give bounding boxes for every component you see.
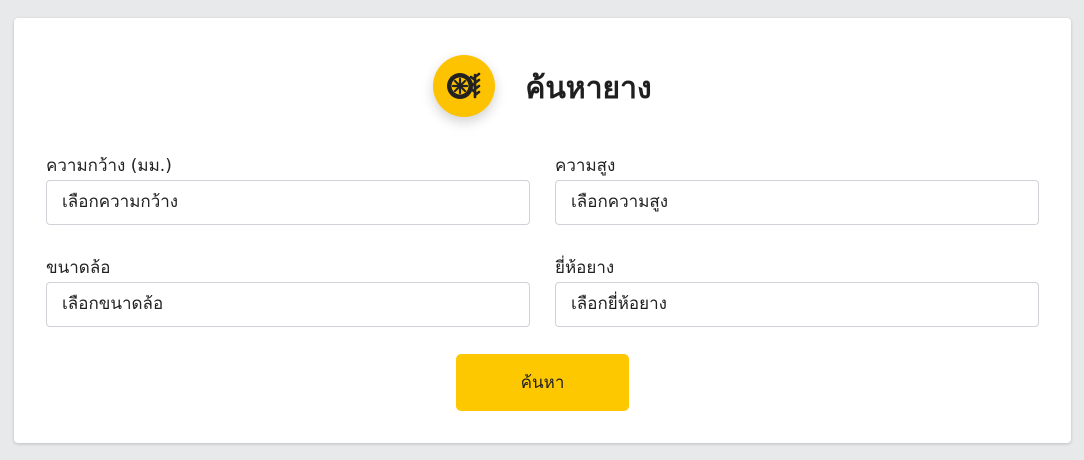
wheel-size-label: ขนาดล้อ — [46, 258, 111, 278]
wheel-size-select[interactable]: เลือกขนาดล้อ — [46, 282, 530, 327]
brand-select[interactable]: เลือกยี่ห้อยาง — [555, 282, 1039, 327]
brand-field: ยี่ห้อยาง เลือกยี่ห้อยาง — [555, 256, 1039, 327]
tire-search-card: ค้นหายาง ความกว้าง (มม.) เลือกความกว้าง … — [14, 18, 1071, 443]
logo-badge — [433, 55, 496, 117]
height-field: ความสูง เลือกความสูง — [555, 154, 1039, 225]
page-title: ค้นหายาง — [525, 70, 652, 106]
width-label: ความกว้าง (มม.) — [46, 156, 172, 176]
height-label: ความสูง — [555, 156, 616, 176]
width-select[interactable]: เลือกความกว้าง — [46, 180, 530, 225]
width-field: ความกว้าง (มม.) เลือกความกว้าง — [46, 154, 530, 225]
tire-icon — [447, 72, 481, 99]
card-header: ค้นหายาง — [14, 54, 1071, 118]
height-select[interactable]: เลือกความสูง — [555, 180, 1039, 225]
search-button[interactable]: ค้นหา — [456, 354, 629, 411]
brand-label: ยี่ห้อยาง — [555, 258, 615, 278]
wheel-size-field: ขนาดล้อ เลือกขนาดล้อ — [46, 256, 530, 327]
